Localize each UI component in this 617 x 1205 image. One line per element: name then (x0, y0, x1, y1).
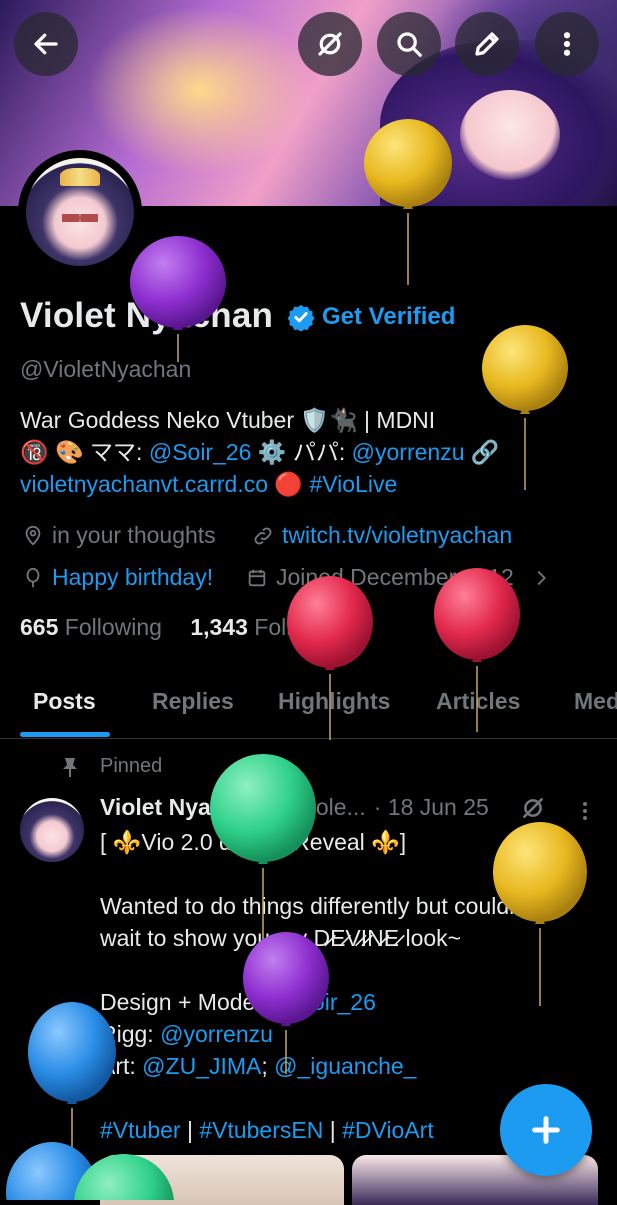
bio-text: ⚙️ パパ: (251, 439, 352, 465)
birthday-row: Happy birthday! (22, 564, 213, 591)
location-row: in your thoughts (22, 522, 216, 549)
pin-icon (63, 757, 77, 777)
grok-icon (318, 32, 342, 56)
link-icon (254, 527, 272, 544)
calendar-icon (248, 569, 266, 586)
post-line: Wanted to do things differently but coul… (100, 893, 533, 919)
post-line: [ ⚜️Vio 2.0 design Reveal ⚜️] (100, 829, 407, 855)
avatar-eyes (62, 214, 98, 222)
search-button[interactable] (377, 12, 441, 76)
tab-articles[interactable]: Articles (436, 688, 520, 715)
carrd-link[interactable]: violetnyachanvt.carrd.co (20, 471, 268, 497)
back-button[interactable] (14, 12, 78, 76)
followers-label: Followers (254, 614, 353, 640)
mention-zujima-link[interactable]: @ZU_JIMA (142, 1053, 261, 1079)
post-author-avatar[interactable] (20, 798, 84, 862)
hashtag-dvioart-link[interactable]: #DVioArt (342, 1117, 434, 1143)
mention-soir-link[interactable]: @Soir_26 (149, 439, 252, 465)
birthday-balloon-blue (6, 1142, 98, 1200)
pinned-label: Pinned (100, 755, 163, 777)
post-line: Design + Model: @Soir_26 (100, 986, 600, 1018)
post-line: Rigg: @yorrenzu (100, 1018, 600, 1050)
birthday-text[interactable]: Happy birthday! (52, 564, 213, 591)
mention-soir-link[interactable]: @Soir_26 (273, 989, 376, 1015)
profile-avatar[interactable] (18, 150, 142, 274)
bio-line-3: violetnyachanvt.carrd.co 🔴 #VioLive (20, 468, 580, 500)
follow-stats: 665 Following 1,343 Followers (20, 614, 353, 641)
separator: | (180, 1117, 200, 1143)
followers-stat[interactable]: 1,343 Followers (190, 614, 352, 640)
post-more-icon[interactable] (578, 800, 592, 822)
tab-highlights[interactable]: Highlights (278, 688, 390, 715)
bio-line-2: 🔞 🎨 ママ: @Soir_26 ⚙️ パパ: @yorrenzu 🔗 (20, 436, 580, 468)
pencil-icon (475, 32, 499, 56)
chevron-right-icon[interactable] (530, 567, 552, 589)
active-tab-indicator (20, 732, 110, 737)
get-verified-link[interactable]: Get Verified (322, 303, 455, 331)
bio-line-1: War Goddess Neko Vtuber 🛡️🐈‍⬛ | MDNI (20, 407, 436, 433)
arrow-left-icon (34, 33, 58, 55)
banner-artwork-face (460, 90, 560, 180)
avatar-crown (60, 168, 100, 186)
grok-icon[interactable] (520, 795, 546, 821)
followers-count: 1,343 (190, 614, 248, 640)
post-text: Design + Model: (100, 989, 274, 1015)
location-text: in your thoughts (52, 522, 216, 548)
post-text: Rigg: (100, 1021, 161, 1047)
following-stat[interactable]: 665 Following (20, 614, 162, 640)
tab-media[interactable]: Media (574, 688, 617, 715)
mention-iguanche-link[interactable]: @_iguanche_ (274, 1053, 416, 1079)
bio-text: 🔞 🎨 ママ: (20, 439, 149, 465)
new-post-button[interactable] (500, 1084, 592, 1176)
mention-yorrenzu-link[interactable]: @yorrenzu (352, 439, 465, 465)
grok-button[interactable] (298, 12, 362, 76)
more-vertical-icon (563, 32, 571, 56)
location-pin-icon (25, 525, 41, 546)
pinned-indicator: Pinned (60, 755, 162, 778)
joined-text: Joined December 2012 (276, 564, 514, 590)
more-button[interactable] (535, 12, 599, 76)
joined-row: Joined December 2012 (246, 564, 552, 591)
bio-text: 🔴 (268, 471, 310, 497)
tab-posts[interactable]: Posts (33, 688, 96, 715)
hashtag-vtubersen-link[interactable]: #VtubersEN (199, 1117, 323, 1143)
website-link[interactable]: twitch.tv/violetnyachan (282, 522, 512, 549)
tab-replies[interactable]: Replies (152, 688, 234, 715)
post-text: ; (261, 1053, 275, 1079)
verified-badge-icon (287, 304, 315, 331)
following-label: Following (64, 614, 162, 640)
post-text: Art: (100, 1053, 143, 1079)
post-line: Art: @ZU_JIMA; @_iguanche_ (100, 1050, 600, 1082)
post-header: Violet Nyachan @Viole... · 18 Jun 25 (100, 794, 489, 821)
post-media-image[interactable] (100, 1155, 344, 1205)
avatar-image (26, 158, 134, 266)
compose-button[interactable] (455, 12, 519, 76)
post-author-name[interactable]: Violet Nyachan (100, 794, 264, 821)
balloon-icon (26, 567, 40, 587)
following-count: 665 (20, 614, 59, 640)
search-icon (397, 32, 422, 57)
post-date[interactable]: · 18 Jun 25 (374, 794, 489, 821)
mention-yorrenzu-link[interactable]: @yorrenzu (160, 1021, 273, 1047)
profile-handle: @VioletNyachan (20, 356, 192, 382)
post-line: wait to show you my D̷E̷V̷I̷N̷E̷ look~ (100, 925, 462, 951)
profile-tabs: Posts Replies Highlights Articles Media (0, 680, 617, 739)
profile-bio: War Goddess Neko Vtuber 🛡️🐈‍⬛ | MDNI 🔞 🎨… (20, 404, 580, 500)
hashtag-vtuber-link[interactable]: #Vtuber (100, 1117, 181, 1143)
bio-text: 🔗 (464, 439, 500, 465)
plus-icon (532, 1116, 560, 1144)
post-author-handle[interactable]: @Viole... (272, 794, 365, 821)
separator: | (323, 1117, 343, 1143)
website-row[interactable]: twitch.tv/violetnyachan (252, 522, 512, 549)
hashtag-violive-link[interactable]: #VioLive (309, 471, 397, 497)
profile-name: Violet Nyachan (20, 296, 274, 335)
